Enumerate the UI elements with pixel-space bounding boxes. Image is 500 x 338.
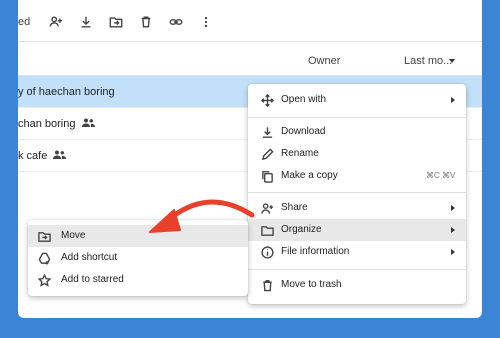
- menu-label: Open with: [281, 94, 327, 105]
- submenu-arrow-icon: [451, 249, 455, 255]
- menu-make-copy[interactable]: Make a copy ⌘C ⌘V: [248, 165, 466, 187]
- menu-move-to-trash[interactable]: Move to trash: [248, 274, 466, 296]
- submenu-add-to-starred[interactable]: Add to starred: [28, 269, 248, 291]
- menu-label: File information: [281, 246, 350, 257]
- menu-label: Add shortcut: [61, 252, 118, 263]
- submenu-arrow-icon: [451, 205, 455, 211]
- menu-rename[interactable]: Rename: [248, 143, 466, 165]
- submenu-arrow-icon: [451, 97, 455, 103]
- menu-file-information[interactable]: File information: [248, 241, 466, 263]
- file-name: chan boring: [18, 118, 95, 130]
- add-person-icon[interactable]: [48, 14, 64, 30]
- copy-icon: [260, 169, 274, 183]
- submenu-move[interactable]: Move: [28, 225, 248, 247]
- add-shortcut-icon: [37, 251, 51, 265]
- menu-share[interactable]: Share: [248, 197, 466, 219]
- column-header-row: Owner Last mo...: [18, 42, 482, 76]
- pencil-icon: [260, 147, 274, 161]
- submenu-arrow-icon: [451, 227, 455, 233]
- menu-label: Organize: [281, 224, 322, 235]
- submenu-add-shortcut[interactable]: Add shortcut: [28, 247, 248, 269]
- menu-divider: [248, 117, 466, 118]
- trash-icon: [260, 278, 274, 292]
- menu-label: Move: [61, 230, 86, 241]
- info-icon: [260, 245, 274, 259]
- organize-submenu: Move Add shortcut Add to starred: [28, 220, 248, 296]
- menu-label: Make a copy: [281, 170, 338, 181]
- menu-divider: [248, 192, 466, 193]
- context-menu: Open with Download Rename Make a copy ⌘C…: [248, 84, 466, 304]
- sort-arrow-icon[interactable]: [449, 59, 455, 63]
- column-last-modified[interactable]: Last mo...: [404, 55, 452, 67]
- download-icon: [260, 125, 274, 139]
- menu-label: Share: [281, 202, 308, 213]
- trash-icon[interactable]: [138, 14, 154, 30]
- download-icon[interactable]: [78, 14, 94, 30]
- menu-download[interactable]: Download: [248, 121, 466, 143]
- star-icon: [37, 273, 51, 287]
- shared-people-icon: [81, 118, 95, 130]
- column-owner[interactable]: Owner: [308, 55, 340, 67]
- toolbar-text: ed: [18, 16, 31, 28]
- file-name: y of haechan boring: [18, 86, 115, 98]
- menu-label: Rename: [281, 148, 319, 159]
- shared-people-icon: [53, 150, 67, 162]
- menu-label: Add to starred: [61, 274, 124, 285]
- menu-shortcut: ⌘C ⌘V: [426, 171, 456, 180]
- selection-toolbar: ed: [18, 0, 482, 42]
- file-name: k cafe: [18, 150, 67, 162]
- menu-label: Download: [281, 126, 326, 137]
- move-to-folder-icon: [37, 229, 51, 243]
- link-icon[interactable]: [168, 14, 184, 30]
- menu-label: Move to trash: [281, 279, 342, 290]
- menu-organize[interactable]: Organize: [248, 219, 466, 241]
- menu-open-with[interactable]: Open with: [248, 89, 466, 111]
- add-person-icon: [260, 201, 274, 215]
- move-to-folder-icon[interactable]: [108, 14, 124, 30]
- open-with-icon: [260, 93, 274, 107]
- menu-divider: [248, 269, 466, 270]
- folder-icon: [260, 223, 274, 237]
- more-vert-icon[interactable]: [198, 14, 214, 30]
